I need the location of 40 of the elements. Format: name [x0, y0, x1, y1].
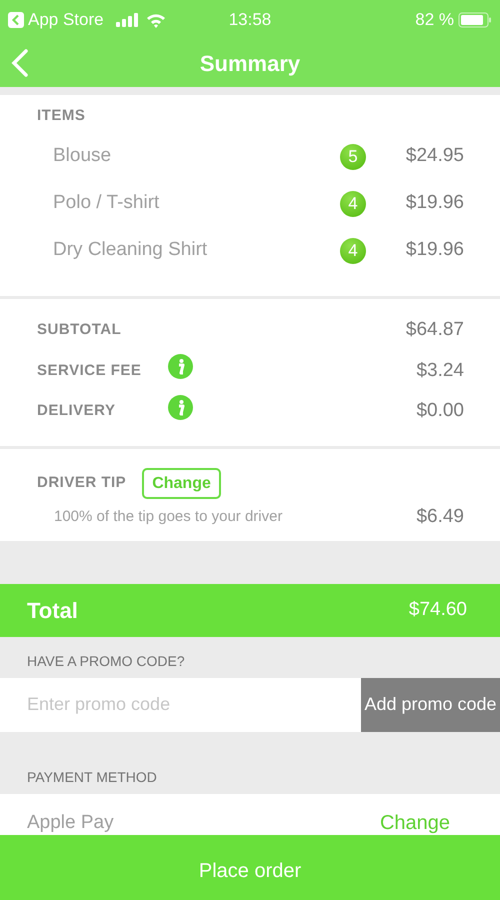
- back-icon[interactable]: [10, 48, 30, 78]
- promo-code-field[interactable]: Enter promo code: [0, 678, 361, 732]
- total-amount: $74.60: [408, 598, 467, 622]
- change-tip-button[interactable]: Change: [142, 468, 221, 499]
- screen-title: Summary: [200, 50, 300, 78]
- item-price: $19.96: [404, 238, 464, 262]
- tip-label: DRIVER TIP: [37, 472, 126, 493]
- quantity-badge: 4: [340, 238, 366, 264]
- item-price: $24.95: [404, 144, 464, 168]
- wifi-icon: [146, 12, 166, 28]
- promo-heading: HAVE A PROMO CODE?: [27, 652, 185, 670]
- payment-heading: PAYMENT METHOD: [27, 768, 157, 786]
- clock: 13:58: [228, 10, 272, 30]
- charge-amount: $3.24: [416, 358, 464, 382]
- charge-label: SUBTOTAL: [37, 320, 122, 340]
- back-to-app-icon[interactable]: [8, 12, 24, 28]
- item-name: Polo / T-shirt: [53, 191, 160, 216]
- tip-note: 100% of the tip goes to your driver: [54, 506, 284, 527]
- battery-icon: [458, 12, 492, 28]
- tip-amount: $6.49: [416, 504, 464, 529]
- charge-amount: $0.00: [416, 399, 464, 423]
- charge-label: SERVICE FEE: [37, 360, 142, 380]
- info-icon[interactable]: [168, 394, 193, 420]
- signal-icon: [116, 13, 138, 27]
- quantity-badge: 5: [340, 144, 366, 170]
- charge-label: DELIVERY: [37, 401, 116, 421]
- charge-amount: $64.87: [406, 318, 464, 342]
- item-name: Dry Cleaning Shirt: [53, 238, 208, 262]
- place-order-button[interactable]: Place order: [0, 834, 500, 900]
- total-label: Total: [27, 596, 79, 624]
- info-icon[interactable]: [168, 354, 193, 380]
- back-app-label[interactable]: App Store: [28, 7, 104, 33]
- add-promo-button[interactable]: Add promo code: [361, 678, 500, 732]
- battery-percentage: 82 %: [415, 9, 454, 32]
- item-name: Blouse: [53, 144, 112, 168]
- section-heading: ITEMS: [37, 107, 86, 124]
- item-price: $19.96: [404, 191, 464, 216]
- quantity-badge: 4: [340, 190, 366, 216]
- payment-method[interactable]: Apple Pay: [27, 812, 380, 834]
- change-payment-link[interactable]: Change: [380, 810, 450, 834]
